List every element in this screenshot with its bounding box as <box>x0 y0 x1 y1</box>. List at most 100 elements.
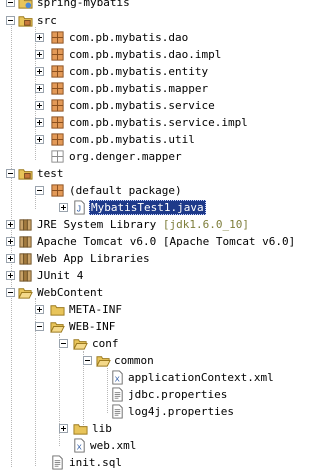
expand-toggle[interactable] <box>35 84 44 93</box>
collapse-toggle[interactable] <box>35 186 44 195</box>
expand-toggle[interactable] <box>35 118 44 127</box>
src-folder-label: src <box>37 14 57 27</box>
tree-row-library[interactable]: Web App Libraries <box>0 250 294 267</box>
expand-toggle[interactable] <box>35 33 44 42</box>
package-label: com.pb.mybatis.service <box>69 99 215 112</box>
meta-inf-label: META-INF <box>69 303 122 316</box>
expand-toggle[interactable] <box>35 67 44 76</box>
library-decoration: [jdk1.6.0_10] <box>162 218 249 231</box>
file-label: log4j.properties <box>128 405 234 418</box>
library-icon <box>19 270 32 282</box>
project-name: spring-mybatis <box>37 0 130 9</box>
source-folder-icon <box>18 169 33 180</box>
properties-file-icon <box>112 387 123 402</box>
tree-row-package[interactable]: com.pb.mybatis.service.impl <box>0 114 294 131</box>
tree-row-lib[interactable]: lib <box>0 420 294 437</box>
package-icon <box>51 65 64 78</box>
file-label: applicationContext.xml <box>128 371 274 384</box>
package-icon <box>51 48 64 61</box>
tree-row-package[interactable]: com.pb.mybatis.mapper <box>0 80 294 97</box>
test-folder-label: test <box>37 167 64 180</box>
folder-icon <box>73 424 88 435</box>
default-package-label: (default package) <box>69 184 182 197</box>
tree-row-package[interactable]: com.pb.mybatis.service <box>0 97 294 114</box>
file-label: web.xml <box>90 439 137 452</box>
expand-toggle[interactable] <box>35 50 44 59</box>
collapse-toggle[interactable] <box>6 169 15 178</box>
package-label: com.pb.mybatis.dao <box>69 31 189 44</box>
expand-toggle[interactable] <box>35 101 44 110</box>
library-entry: Apache Tomcat v6.0 [Apache Tomcat v6.0] <box>36 233 296 250</box>
xml-file-icon: X <box>112 370 123 385</box>
tree-row-project[interactable]: spring-mybatis <box>0 0 294 11</box>
tree-row-package[interactable]: com.pb.mybatis.entity <box>0 63 294 80</box>
tree-row-common[interactable]: common <box>0 352 294 369</box>
web-project-icon <box>18 0 33 9</box>
tree-row-package[interactable]: com.pb.mybatis.dao <box>0 29 294 46</box>
tree-row-file[interactable]: init.sql <box>0 454 294 471</box>
tree-row-conf[interactable]: conf <box>0 335 294 352</box>
collapse-toggle[interactable] <box>83 356 92 365</box>
tree-row-java-file[interactable]: J MybatisTest1.java <box>0 199 294 216</box>
tree-row-src[interactable]: src <box>0 12 294 29</box>
tree-row-web-inf[interactable]: WEB-INF <box>0 318 294 335</box>
collapse-toggle[interactable] <box>6 16 15 25</box>
tree-row-package[interactable]: com.pb.mybatis.dao.impl <box>0 46 294 63</box>
expand-toggle[interactable] <box>35 135 44 144</box>
sql-file-icon <box>52 455 63 470</box>
package-label: com.pb.mybatis.service.impl <box>69 116 248 129</box>
tree-row-file[interactable]: X web.xml <box>0 437 294 454</box>
open-folder-icon <box>96 356 111 367</box>
library-label: JUnit 4 <box>37 269 84 282</box>
tree-row-default-package[interactable]: (default package) <box>0 182 294 199</box>
tree-row-file[interactable]: log4j.properties <box>0 403 294 420</box>
tree-row-file[interactable]: X applicationContext.xml <box>0 369 294 386</box>
collapse-toggle[interactable] <box>59 339 68 348</box>
library-icon <box>19 253 32 265</box>
expand-toggle[interactable] <box>6 271 15 280</box>
library-icon <box>19 236 32 248</box>
library-label: JRE System Library <box>37 218 157 231</box>
library-decoration: [Apache Tomcat v6.0] <box>162 235 296 248</box>
expand-toggle[interactable] <box>59 424 68 433</box>
package-icon <box>51 31 64 44</box>
package-label: com.pb.mybatis.mapper <box>69 82 209 95</box>
svg-text:X: X <box>115 374 120 383</box>
webcontent-label: WebContent <box>37 286 104 299</box>
selected-file-label[interactable]: MybatisTest1.java <box>89 200 206 215</box>
web-inf-label: WEB-INF <box>69 320 116 333</box>
package-icon <box>51 133 64 146</box>
tree-row-package[interactable]: com.pb.mybatis.util <box>0 131 294 148</box>
package-icon <box>51 99 64 112</box>
tree-row-file[interactable]: jdbc.properties <box>0 386 294 403</box>
collapse-toggle[interactable] <box>6 288 15 297</box>
package-label: org.denger.mapper <box>69 150 182 163</box>
collapse-toggle[interactable] <box>6 0 15 7</box>
package-icon <box>51 82 64 95</box>
expand-toggle[interactable] <box>6 254 15 263</box>
tree-row-library[interactable]: JUnit 4 <box>0 267 294 284</box>
tree-row-webcontent[interactable]: WebContent <box>0 284 294 301</box>
package-icon <box>51 184 64 197</box>
xml-file-icon: X <box>74 438 85 453</box>
expand-toggle[interactable] <box>35 305 44 314</box>
library-icon <box>19 219 32 231</box>
file-label: jdbc.properties <box>128 388 228 401</box>
expand-toggle[interactable] <box>6 220 15 229</box>
expand-toggle[interactable] <box>6 237 15 246</box>
collapse-toggle[interactable] <box>35 322 44 331</box>
tree-row-test[interactable]: test <box>0 165 294 182</box>
svg-text:J: J <box>77 203 81 213</box>
tree-row-meta-inf[interactable]: META-INF <box>0 301 294 318</box>
lib-label: lib <box>92 422 112 435</box>
open-folder-icon <box>73 339 88 350</box>
package-label: com.pb.mybatis.entity <box>69 65 209 78</box>
java-file-icon: J <box>74 200 85 215</box>
tree-row-library[interactable]: JRE System Library [jdk1.6.0_10] <box>0 216 294 233</box>
expand-toggle[interactable] <box>59 203 68 212</box>
package-icon <box>51 116 64 129</box>
empty-package-icon <box>51 150 64 163</box>
tree-row-library[interactable]: Apache Tomcat v6.0 [Apache Tomcat v6.0] <box>0 233 296 250</box>
tree-row-package[interactable]: org.denger.mapper <box>0 148 294 165</box>
open-folder-icon <box>18 288 33 299</box>
